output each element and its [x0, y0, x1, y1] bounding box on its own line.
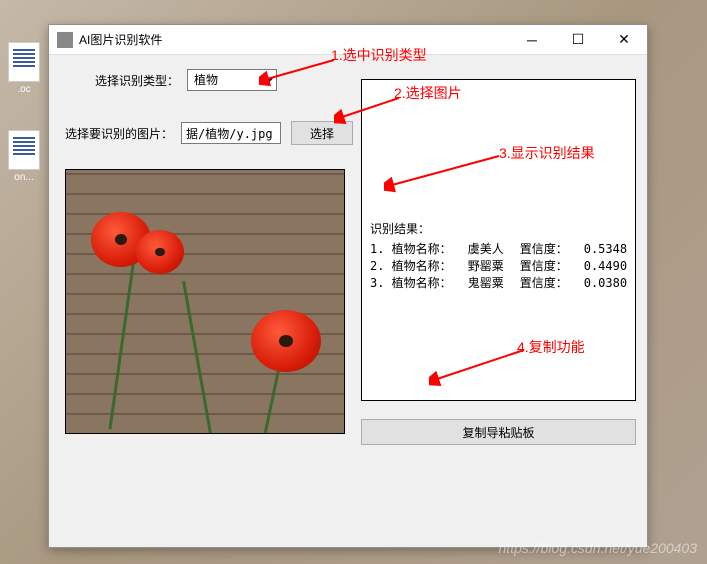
app-icon: [57, 32, 73, 48]
maximize-button[interactable]: ☐: [555, 25, 601, 55]
desktop-file-label: on...: [4, 172, 44, 183]
desktop-file-icon[interactable]: .oc: [4, 42, 44, 95]
type-select[interactable]: 植物: [187, 69, 277, 91]
watermark: https://blog.csdn.net/yue200403: [499, 540, 697, 556]
result-row: 1. 植物名称：虞美人置信度：0.5348: [370, 241, 627, 258]
window-title: AI图片识别软件: [79, 31, 509, 48]
result-row: 3. 植物名称：鬼罂粟置信度：0.0380: [370, 275, 627, 292]
desktop-file-icon[interactable]: on...: [4, 130, 44, 183]
result-panel: 识别结果： 1. 植物名称：虞美人置信度：0.53482. 植物名称：野罂粟置信…: [361, 79, 636, 401]
select-button[interactable]: 选择: [291, 121, 353, 145]
close-button[interactable]: ✕: [601, 25, 647, 55]
desktop-file-label: .oc: [4, 84, 44, 95]
result-header: 识别结果：: [370, 220, 627, 237]
copy-button[interactable]: 复制导粘贴板: [361, 419, 636, 445]
app-window: AI图片识别软件 ─ ☐ ✕ 选择识别类型： 植物 选择要识别的图片： 选择: [48, 24, 648, 548]
result-row: 2. 植物名称：野罂粟置信度：0.4490: [370, 258, 627, 275]
type-label: 选择识别类型：: [95, 72, 179, 89]
path-input[interactable]: [181, 122, 281, 144]
image-preview: [65, 169, 345, 434]
titlebar[interactable]: AI图片识别软件 ─ ☐ ✕: [49, 25, 647, 55]
path-label: 选择要识别的图片：: [65, 125, 173, 142]
minimize-button[interactable]: ─: [509, 25, 555, 55]
